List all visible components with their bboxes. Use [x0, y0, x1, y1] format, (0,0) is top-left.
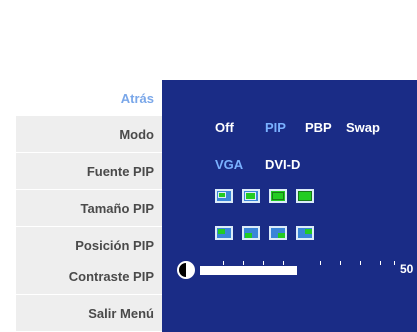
contrast-slider[interactable]	[200, 266, 394, 275]
modo-option-off[interactable]: Off	[215, 120, 234, 135]
menu-item-modo[interactable]: Modo	[16, 116, 162, 152]
menu-item-label: Modo	[119, 126, 154, 142]
slider-tick	[263, 261, 264, 265]
pip-size-xlarge-icon[interactable]	[296, 189, 314, 203]
slider-tick	[394, 261, 395, 265]
contrast-value: 50	[400, 262, 414, 276]
osd-options-panel: Off PIP PBP Swap VGA DVI-D 50	[162, 80, 417, 332]
menu-item-tamano-pip[interactable]: Tamaño PIP	[16, 190, 162, 226]
pip-position-top-left-icon[interactable]	[215, 226, 233, 240]
fuente-option-dvi-d[interactable]: DVI-D	[265, 157, 300, 172]
slider-tick	[380, 261, 381, 265]
contrast-slider-fill	[200, 266, 297, 275]
pip-position-top-right-icon[interactable]	[296, 226, 314, 240]
menu-item-salir-menu[interactable]: Salir Menú	[16, 295, 162, 331]
pip-size-small-icon[interactable]	[215, 189, 233, 203]
osd-left-menu: Atrás Modo Fuente PIP Tamaño PIP Posició…	[16, 80, 162, 332]
modo-option-swap[interactable]: Swap	[346, 120, 380, 135]
slider-tick	[283, 261, 284, 265]
osd-menu: Atrás Modo Fuente PIP Tamaño PIP Posició…	[16, 80, 417, 332]
modo-option-pbp[interactable]: PBP	[305, 120, 332, 135]
slider-tick	[243, 261, 244, 265]
fuente-option-vga[interactable]: VGA	[215, 157, 243, 172]
pip-size-medium-icon[interactable]	[242, 189, 260, 203]
menu-item-label: Contraste PIP	[68, 268, 154, 284]
slider-tick	[320, 261, 321, 265]
menu-item-contraste-pip[interactable]: Contraste PIP	[16, 258, 162, 294]
menu-item-label: Fuente PIP	[86, 163, 154, 179]
menu-item-atras[interactable]: Atrás	[16, 80, 162, 116]
pip-position-bottom-right-icon[interactable]	[269, 226, 287, 240]
menu-item-label: Salir Menú	[88, 305, 154, 321]
slider-tick	[360, 261, 361, 265]
pip-position-bottom-left-icon[interactable]	[242, 226, 260, 240]
pip-size-large-icon[interactable]	[269, 189, 287, 203]
modo-option-pip[interactable]: PIP	[265, 120, 286, 135]
slider-tick	[340, 261, 341, 265]
menu-item-label: Posición PIP	[75, 237, 154, 253]
menu-item-label: Tamaño PIP	[80, 200, 154, 216]
slider-tick	[223, 261, 224, 265]
menu-item-label: Atrás	[120, 90, 154, 106]
menu-item-fuente-pip[interactable]: Fuente PIP	[16, 153, 162, 189]
contrast-icon	[177, 261, 195, 279]
